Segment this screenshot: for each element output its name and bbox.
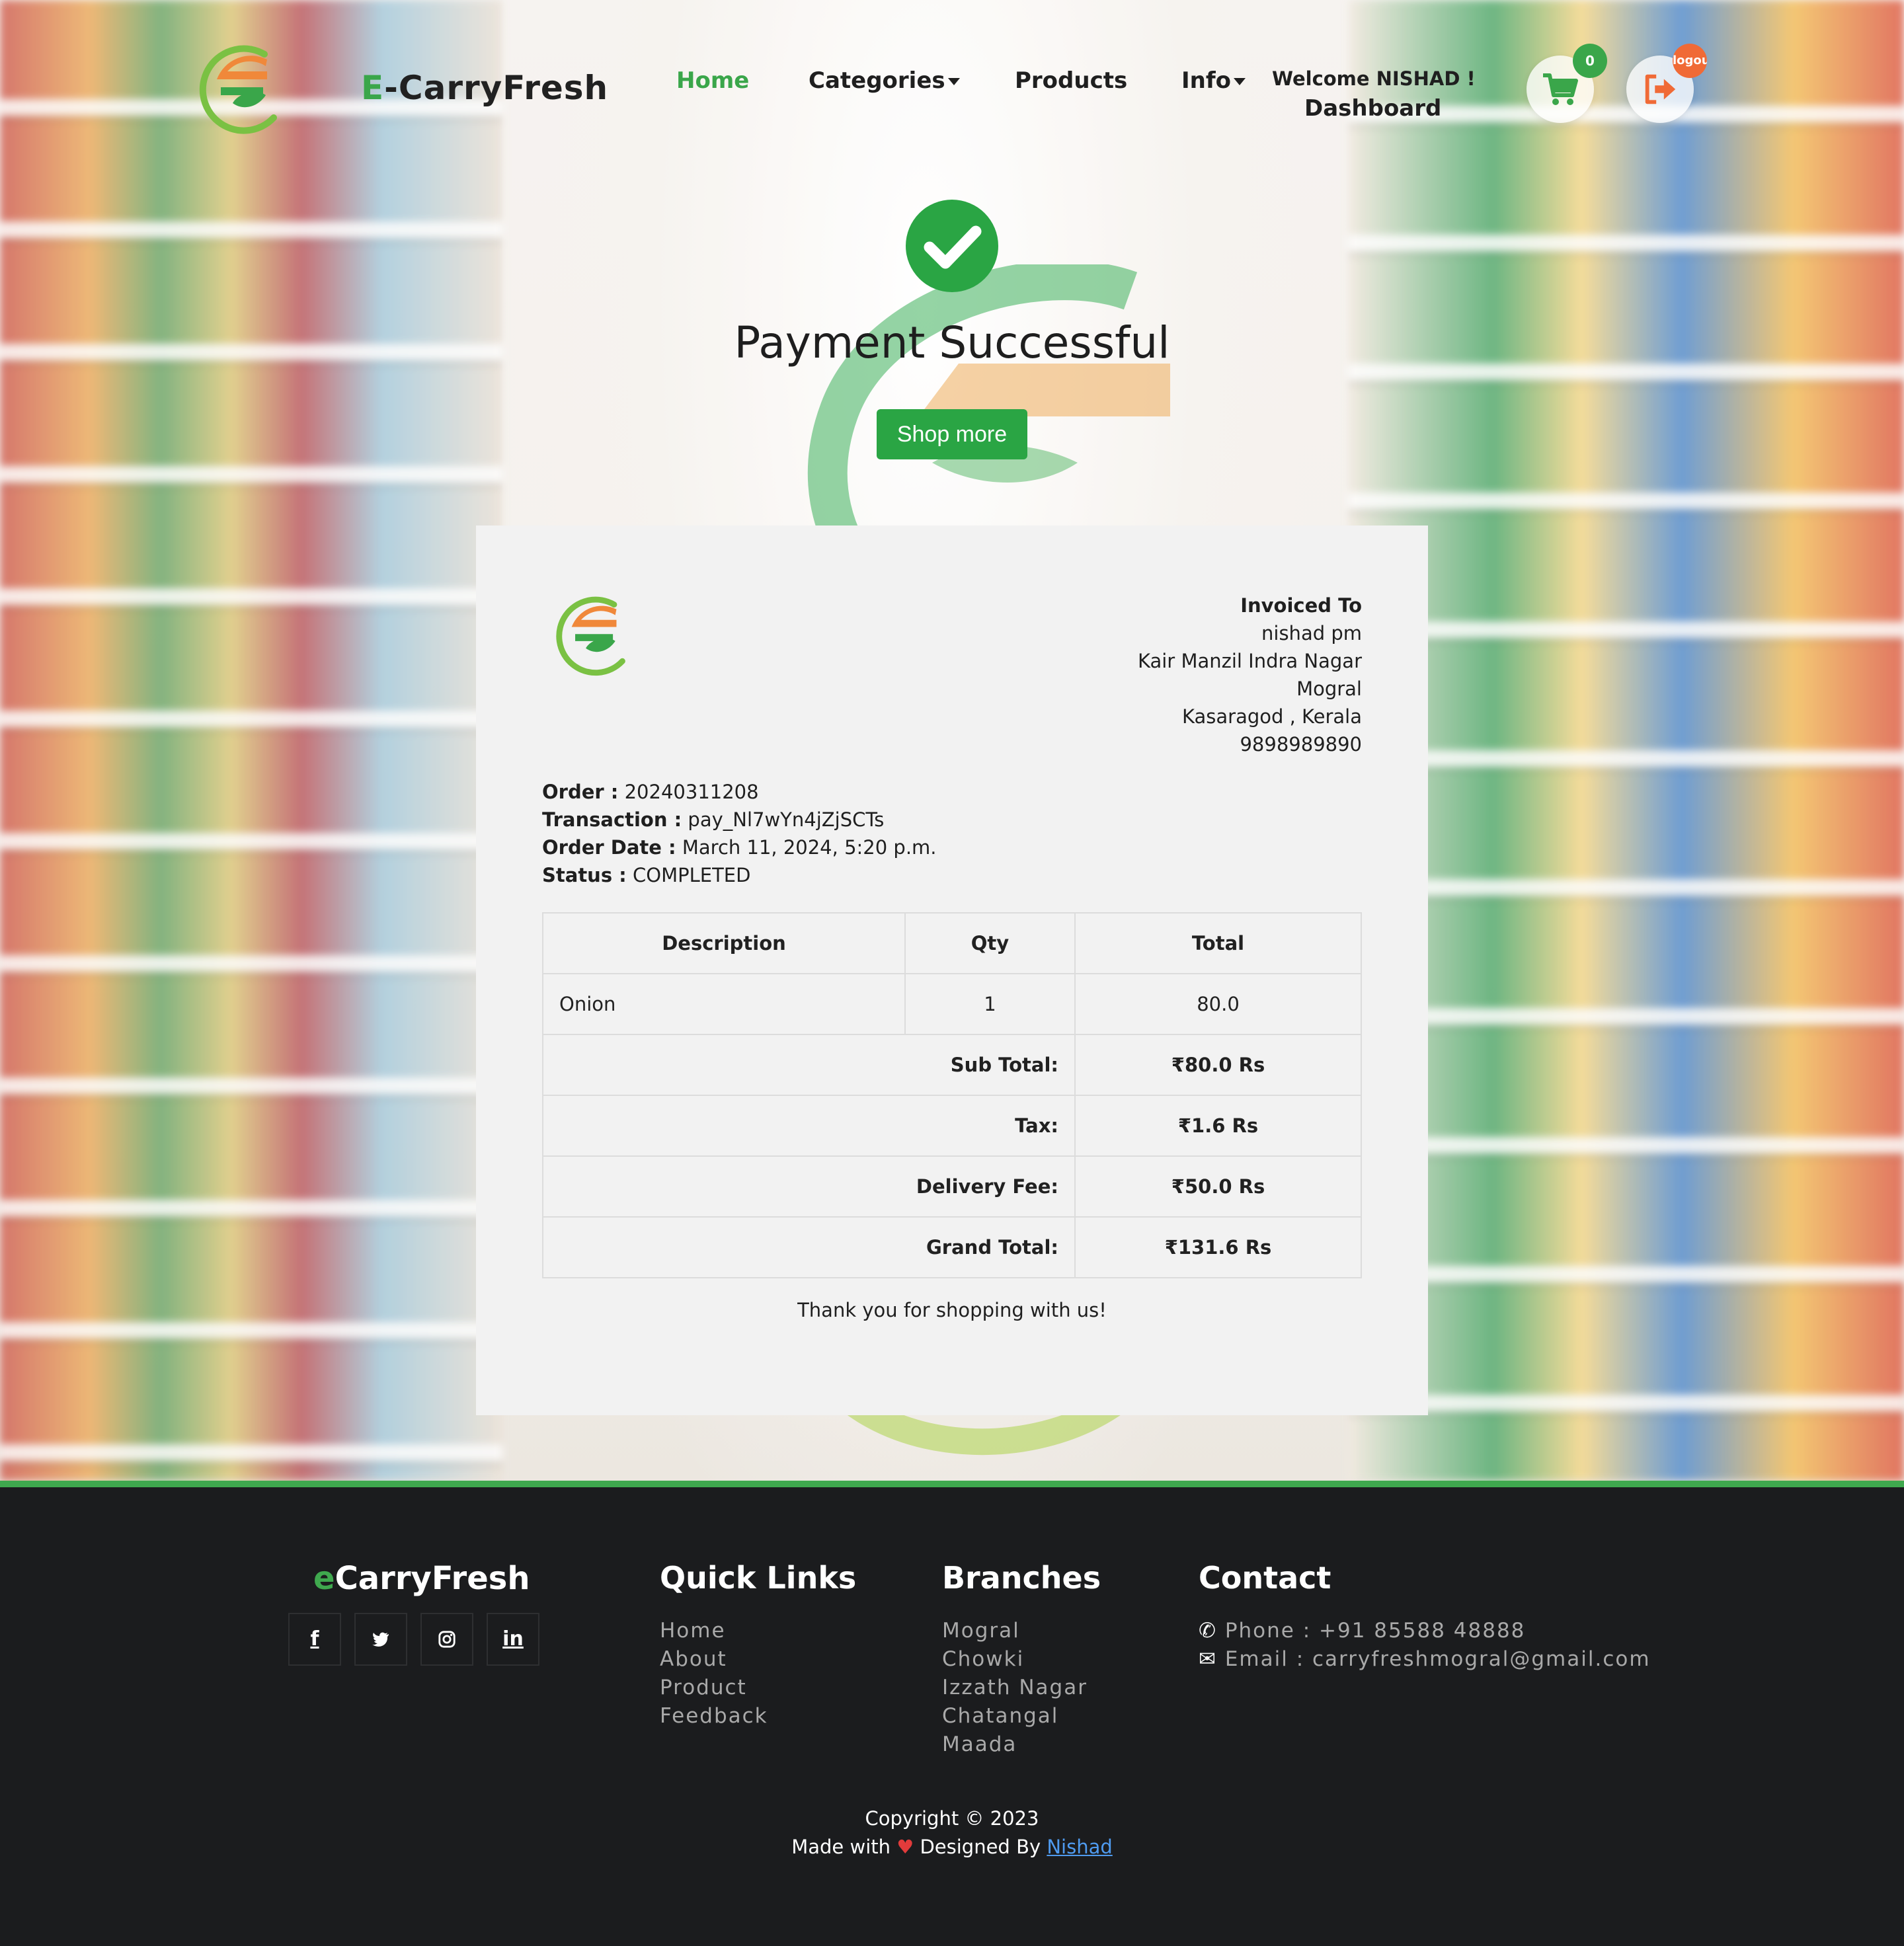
address-line: Kasaragod , Kerala [1181, 705, 1362, 728]
chevron-down-icon [1234, 78, 1246, 85]
facebook-icon[interactable]: f [288, 1613, 341, 1666]
subtotal-label: Sub Total: [542, 1034, 1076, 1096]
tax-label: Tax: [542, 1095, 1076, 1157]
branch-item: Chatangal [942, 1704, 1059, 1728]
nav-home[interactable]: Home [676, 67, 749, 94]
quick-link-home[interactable]: Home [660, 1617, 768, 1645]
branches-title: Branches [942, 1560, 1101, 1596]
order-status: Status : COMPLETED [542, 864, 751, 886]
customer-phone: 9898989890 [1240, 733, 1362, 756]
column-header: Description [542, 912, 906, 974]
chevron-down-icon [947, 78, 960, 85]
quick-links-title: Quick Links [660, 1560, 857, 1596]
order-date: Order Date : March 11, 2024, 5:20 p.m. [542, 836, 937, 859]
nav-categories-label: Categories [809, 67, 945, 94]
item-description: Onion [542, 973, 906, 1035]
site-footer: eCarryFresh f in Quick Links Home About … [0, 1481, 1904, 1946]
invoiced-to-block: Invoiced To nishad pm Kair Manzil Indra … [1138, 592, 1362, 758]
summary-row: Grand Total: ₹131.6 Rs [542, 1216, 1362, 1278]
branch-item: Mogral [942, 1619, 1020, 1643]
copyright-block: Copyright © 2023 Made with ♥ Designed By… [0, 1805, 1904, 1861]
cart-count-badge: 0 [1573, 44, 1607, 78]
phone-icon: ✆ [1199, 1619, 1217, 1643]
branches-list: Mogral Chowki Izzath Nagar Chatangal Maa… [942, 1617, 1088, 1759]
cart-button[interactable]: 0 [1527, 44, 1607, 123]
cart-icon [1543, 73, 1578, 105]
welcome-text: Welcome NISHAD ! [1272, 67, 1476, 90]
logout-button[interactable]: logout [1626, 44, 1707, 123]
branch-item: Izzath Nagar [942, 1676, 1088, 1699]
address-line: Kair Manzil Indra Nagar [1137, 650, 1362, 672]
nav-categories[interactable]: Categories [809, 67, 960, 94]
order-number: Order : 20240311208 [542, 781, 759, 803]
nav-info-label: Info [1181, 67, 1232, 94]
quick-link-product[interactable]: Product [660, 1674, 768, 1702]
quick-link-about[interactable]: About [660, 1645, 768, 1674]
invoice-card: Invoiced To nishad pm Kair Manzil Indra … [476, 525, 1428, 1415]
customer-name: nishad pm [1261, 622, 1362, 644]
brand-name[interactable]: E-CarryFresh [361, 69, 608, 107]
column-header: Qty [904, 912, 1076, 974]
linkedin-icon[interactable]: in [487, 1613, 539, 1666]
shop-more-button[interactable]: Shop more [877, 409, 1027, 459]
thank-you-message: Thank you for shopping with us! [797, 1299, 1107, 1321]
logout-icon [1645, 74, 1676, 104]
nav-products[interactable]: Products [1015, 67, 1127, 94]
branch-item: Maada [942, 1732, 1017, 1756]
brand-logo-icon[interactable] [193, 40, 286, 137]
summary-row: Sub Total: ₹80.0 Rs [542, 1034, 1362, 1096]
check-circle-icon [906, 200, 998, 292]
item-qty: 1 [904, 973, 1076, 1035]
address-line: Mogral [1296, 678, 1362, 700]
grand-total-value: ₹131.6 Rs [1074, 1216, 1362, 1278]
table-header-row: Description Qty Total [542, 912, 1362, 974]
invoice-table: Description Qty Total Onion 1 80.0 Sub T… [542, 912, 1362, 1278]
nav-info[interactable]: Info [1181, 67, 1246, 94]
instagram-icon[interactable] [420, 1613, 473, 1666]
dashboard-link[interactable]: Dashboard [1304, 95, 1441, 122]
item-total: 80.0 [1074, 973, 1362, 1035]
order-meta: Order : 20240311208 Transaction : pay_Nl… [542, 778, 937, 889]
table-row: Onion 1 80.0 [542, 973, 1362, 1035]
page-title: Payment Successful [734, 317, 1170, 368]
logout-badge: logout [1673, 44, 1707, 78]
contact-title: Contact [1199, 1560, 1331, 1596]
contact-list: ✆ Phone : +91 85588 48888 ✉ Email : carr… [1199, 1617, 1651, 1674]
delivery-fee-value: ₹50.0 Rs [1074, 1155, 1362, 1218]
quick-links-list: Home About Product Feedback [660, 1617, 768, 1731]
invoice-logo-icon [556, 596, 625, 676]
subtotal-value: ₹80.0 Rs [1074, 1034, 1362, 1096]
credits-line: Made with ♥ Designed By Nishad [791, 1836, 1113, 1858]
summary-row: Tax: ₹1.6 Rs [542, 1095, 1362, 1157]
invoiced-to-label: Invoiced To [1240, 594, 1362, 617]
transaction-id: Transaction : pay_Nl7wYn4jZjSCTs [542, 808, 885, 831]
quick-link-feedback[interactable]: Feedback [660, 1702, 768, 1731]
delivery-fee-label: Delivery Fee: [542, 1155, 1076, 1218]
contact-email[interactable]: ✉ Email : carryfreshmogral@gmail.com [1199, 1645, 1651, 1674]
heart-icon: ♥ [896, 1836, 914, 1858]
contact-phone[interactable]: ✆ Phone : +91 85588 48888 [1199, 1617, 1651, 1645]
envelope-icon: ✉ [1199, 1647, 1217, 1671]
branch-item: Chowki [942, 1647, 1025, 1671]
grand-total-label: Grand Total: [542, 1216, 1076, 1278]
copyright-text: Copyright © 2023 [865, 1807, 1039, 1830]
tax-value: ₹1.6 Rs [1074, 1095, 1362, 1157]
twitter-icon[interactable] [354, 1613, 407, 1666]
summary-row: Delivery Fee: ₹50.0 Rs [542, 1155, 1362, 1218]
column-header: Total [1074, 912, 1362, 974]
footer-brand: eCarryFresh [313, 1560, 530, 1597]
author-link[interactable]: Nishad [1047, 1836, 1112, 1858]
site-header: E-CarryFresh Home Categories Products In… [0, 0, 1904, 172]
